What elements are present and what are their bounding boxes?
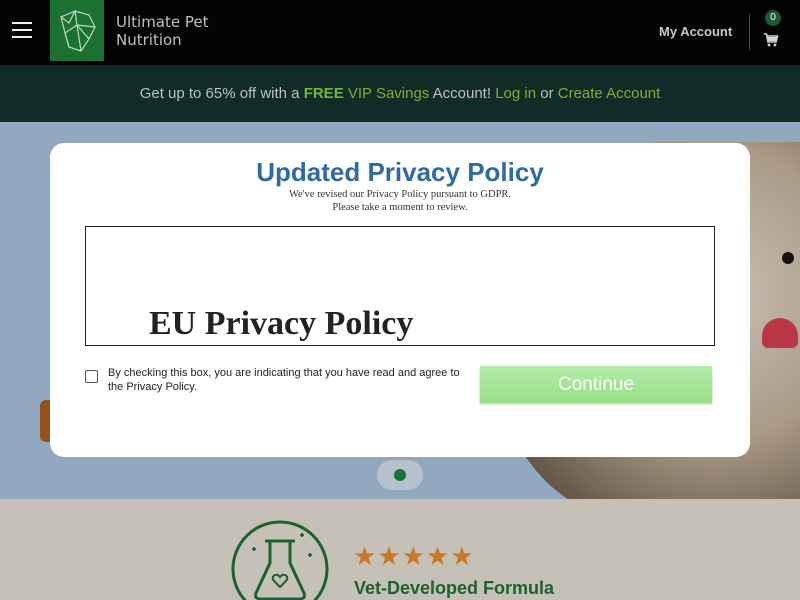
modal-subtitle: We've revised our Privacy Policy pursuan… <box>50 188 750 214</box>
agree-checkbox[interactable] <box>85 370 98 383</box>
privacy-modal: Updated Privacy Policy We've revised our… <box>50 143 750 457</box>
policy-heading: EU Privacy Policy <box>149 305 414 342</box>
modal-subtitle-line-2: Please take a moment to review. <box>332 202 468 213</box>
modal-title: Updated Privacy Policy <box>256 157 544 187</box>
continue-button[interactable]: Continue <box>480 366 712 403</box>
modal-subtitle-line-1: We've revised our Privacy Policy pursuan… <box>288 189 512 200</box>
policy-scroll-frame[interactable]: EU Privacy Policy <box>85 226 715 346</box>
agree-label[interactable]: By checking this box, you are indicating… <box>108 366 468 394</box>
